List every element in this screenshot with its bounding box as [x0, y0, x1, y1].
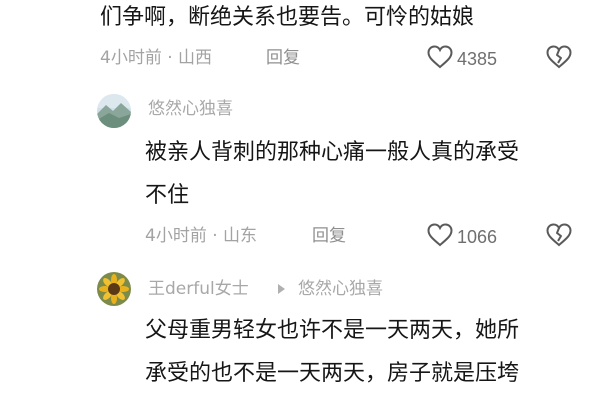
- like-count: 4385: [457, 49, 498, 69]
- dislike-button[interactable]: [546, 45, 572, 73]
- comment-text-line: 承受的也不是一天两天，房子就是压垮: [145, 361, 520, 386]
- avatar[interactable]: [97, 94, 131, 128]
- comment-text-line: 父母重男轻女也许不是一天两天，她所: [145, 318, 520, 343]
- reply-to-username[interactable]: 悠然心独喜: [298, 278, 383, 300]
- heart-icon: [427, 45, 453, 73]
- comment-meta: 4小时前 · 山东: [145, 225, 257, 247]
- comment-text-line: 们争啊，断绝关系也要告。可怜的姑娘: [100, 5, 475, 30]
- like-button[interactable]: 4385: [427, 45, 497, 73]
- comment-text-line: 不住: [145, 183, 190, 208]
- reply-arrow-icon: [278, 284, 285, 294]
- reply-button[interactable]: 回复: [312, 225, 346, 247]
- comment-time: 4小时前: [100, 48, 162, 68]
- dislike-button[interactable]: [546, 223, 572, 251]
- like-button[interactable]: 1066: [427, 223, 497, 251]
- comment-location: 山东: [223, 226, 258, 246]
- reply-button[interactable]: 回复: [266, 47, 300, 69]
- meta-separator: ·: [212, 226, 218, 246]
- comment-time: 4小时前: [145, 226, 207, 246]
- comment-meta: 4小时前 · 山西: [100, 47, 212, 69]
- comment-text-line: 被亲人背刺的那种心痛一般人真的承受: [145, 140, 520, 165]
- broken-heart-icon: [546, 223, 572, 251]
- comment-username[interactable]: 悠然心独喜: [148, 98, 233, 120]
- comment-list: 们争啊，断绝关系也要告。可怜的姑娘 4小时前 · 山西 回复 4385 悠然心独…: [0, 0, 600, 400]
- broken-heart-icon: [546, 45, 572, 73]
- like-count: 1066: [457, 227, 498, 247]
- comment-location: 山西: [178, 48, 213, 68]
- heart-icon: [427, 223, 453, 251]
- meta-separator: ·: [167, 48, 173, 68]
- comment-username[interactable]: 王derful女士: [148, 278, 249, 300]
- avatar[interactable]: [97, 272, 131, 306]
